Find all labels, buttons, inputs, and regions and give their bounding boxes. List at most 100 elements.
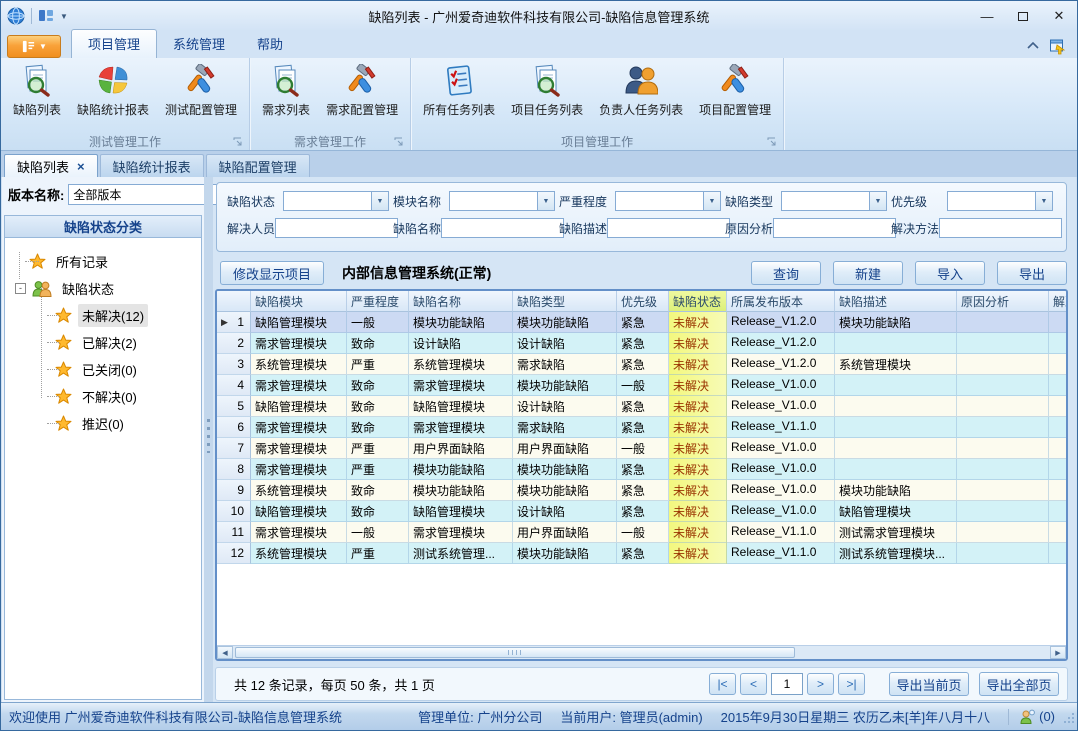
prev-page-button[interactable]: < — [740, 673, 767, 695]
doc-tab-defect-list[interactable]: 缺陷列表 × — [4, 154, 98, 177]
application-menu-button[interactable]: ▼ — [7, 35, 61, 58]
filter-priority-input[interactable] — [948, 192, 1035, 210]
pagination-bar: 共 12 条记录，每页 50 条，共 1 页 |< < > >| 导出当前页 导… — [215, 667, 1068, 701]
close-button[interactable]: ✕ — [1041, 3, 1077, 29]
column-header-status[interactable]: 缺陷状态 — [669, 291, 727, 312]
column-header-rownum[interactable] — [217, 291, 251, 312]
column-header-desc[interactable]: 缺陷描述 — [835, 291, 957, 312]
column-header-severity[interactable]: 严重程度 — [347, 291, 409, 312]
scrollbar-thumb[interactable] — [235, 647, 795, 658]
filter-type-combo[interactable]: ▼ — [781, 191, 887, 211]
combo-dropdown-icon[interactable]: ▼ — [703, 192, 720, 210]
close-tab-icon[interactable]: × — [77, 159, 85, 174]
filter-severity-combo[interactable]: ▼ — [615, 191, 721, 211]
column-header-name[interactable]: 缺陷名称 — [409, 291, 513, 312]
column-header-analysis[interactable]: 原因分析 — [957, 291, 1049, 312]
tree-item-defect-status[interactable]: - 缺陷状态 — [11, 275, 197, 302]
column-header-solution[interactable]: 解决方法 — [1049, 291, 1066, 312]
column-header-module[interactable]: 缺陷模块 — [251, 291, 347, 312]
horizontal-scrollbar[interactable]: ◀ ▶ — [217, 645, 1066, 659]
column-header-version[interactable]: 所属发布版本 — [727, 291, 835, 312]
page-number-input[interactable] — [771, 673, 803, 695]
ribbon-tab-project[interactable]: 项目管理 — [71, 29, 157, 58]
table-row[interactable]: 11 需求管理模块 一般 需求管理模块 用户界面缺陷 一般 未解决 Releas… — [217, 522, 1066, 543]
filter-module-combo[interactable]: ▼ — [449, 191, 555, 211]
table-row[interactable]: 12 系统管理模块 严重 测试系统管理... 模块功能缺陷 紧急 未解决 Rel… — [217, 543, 1066, 564]
column-header-priority[interactable]: 优先级 — [617, 291, 669, 312]
combo-dropdown-icon[interactable]: ▼ — [869, 192, 886, 210]
filter-resolver-input[interactable] — [275, 218, 398, 238]
combo-dropdown-icon[interactable]: ▼ — [537, 192, 554, 210]
defect-list-button[interactable]: 缺陷列表 — [5, 60, 69, 120]
defect-report-button[interactable]: 缺陷统计报表 — [69, 60, 157, 120]
table-row[interactable]: 8 需求管理模块 严重 模块功能缺陷 模块功能缺陷 紧急 未解决 Release… — [217, 459, 1066, 480]
ribbon-tab-system[interactable]: 系统管理 — [157, 30, 241, 58]
requirement-list-button[interactable]: 需求列表 — [254, 60, 318, 120]
scroll-right-icon[interactable]: ▶ — [1050, 646, 1066, 659]
tree-item-resolved[interactable]: 已解决(2) — [11, 329, 197, 356]
combo-dropdown-icon[interactable]: ▼ — [371, 192, 388, 210]
tree-item-closed[interactable]: 已关闭(0) — [11, 356, 197, 383]
tree-item-postponed[interactable]: 推迟(0) — [11, 410, 197, 437]
table-row[interactable]: 4 需求管理模块 致命 需求管理模块 模块功能缺陷 一般 未解决 Release… — [217, 375, 1066, 396]
table-row[interactable]: 3 系统管理模块 严重 系统管理模块 需求缺陷 紧急 未解决 Release_V… — [217, 354, 1066, 375]
table-row[interactable]: 5 缺陷管理模块 致命 缺陷管理模块 设计缺陷 紧急 未解决 Release_V… — [217, 396, 1066, 417]
help-icon[interactable] — [1049, 37, 1067, 55]
filter-priority-combo[interactable]: ▼ — [947, 191, 1053, 211]
resize-grip[interactable] — [1061, 710, 1075, 724]
table-row[interactable]: 2 需求管理模块 致命 设计缺陷 设计缺陷 紧急 未解决 Release_V1.… — [217, 333, 1066, 354]
requirement-config-button[interactable]: 需求配置管理 — [318, 60, 406, 120]
next-page-button[interactable]: > — [807, 673, 834, 695]
test-config-button[interactable]: 测试配置管理 — [157, 60, 245, 120]
filter-name-input[interactable] — [441, 218, 564, 238]
table-row[interactable]: 6 需求管理模块 致命 需求管理模块 需求缺陷 紧急 未解决 Release_V… — [217, 417, 1066, 438]
filter-desc-input[interactable] — [607, 218, 730, 238]
ribbon-collapse-icon[interactable] — [1027, 42, 1039, 50]
column-header-type[interactable]: 缺陷类型 — [513, 291, 617, 312]
table-row[interactable]: 10 缺陷管理模块 致命 缺陷管理模块 设计缺陷 紧急 未解决 Release_… — [217, 501, 1066, 522]
tree-item-all-records[interactable]: 所有记录 — [11, 248, 197, 275]
filter-analysis-input[interactable] — [773, 218, 896, 238]
doc-tab-defect-config[interactable]: 缺陷配置管理 — [206, 154, 310, 177]
table-row[interactable]: 7 需求管理模块 严重 用户界面缺陷 用户界面缺陷 一般 未解决 Release… — [217, 438, 1066, 459]
first-page-button[interactable]: |< — [709, 673, 736, 695]
layout-grid-icon[interactable] — [38, 8, 54, 24]
all-tasks-button[interactable]: 所有任务列表 — [415, 60, 503, 120]
tree-item-unresolved[interactable]: 未解决(12) — [11, 302, 197, 329]
export-button[interactable]: 导出 — [997, 261, 1067, 285]
maximize-button[interactable] — [1005, 3, 1041, 29]
minimize-button[interactable]: — — [969, 3, 1005, 29]
tree-item-wont-fix[interactable]: 不解决(0) — [11, 383, 197, 410]
scroll-left-icon[interactable]: ◀ — [217, 646, 233, 659]
online-user-icon[interactable] — [1019, 709, 1035, 725]
ribbon-tab-help[interactable]: 帮助 — [241, 30, 299, 58]
owner-tasks-button[interactable]: 负责人任务列表 — [591, 60, 691, 120]
dialog-launcher-icon[interactable] — [394, 137, 404, 147]
chevron-down-icon[interactable]: ▼ — [60, 12, 68, 21]
filter-status-input[interactable] — [284, 192, 371, 210]
table-row[interactable]: 9 系统管理模块 致命 模块功能缺陷 模块功能缺陷 紧急 未解决 Release… — [217, 480, 1066, 501]
new-button[interactable]: 新建 — [833, 261, 903, 285]
project-tasks-button[interactable]: 项目任务列表 — [503, 60, 591, 120]
dialog-launcher-icon[interactable] — [233, 137, 243, 147]
filter-module-input[interactable] — [450, 192, 537, 210]
doc-tab-defect-report[interactable]: 缺陷统计报表 — [100, 154, 204, 177]
tree-collapse-icon[interactable]: - — [15, 283, 26, 294]
modify-columns-button[interactable]: 修改显示项目 — [220, 261, 324, 285]
export-all-pages-button[interactable]: 导出全部页 — [979, 672, 1059, 696]
last-page-button[interactable]: >| — [838, 673, 865, 695]
dialog-launcher-icon[interactable] — [767, 137, 777, 147]
filter-status-combo[interactable]: ▼ — [283, 191, 389, 211]
filter-severity-input[interactable] — [616, 192, 703, 210]
query-button[interactable]: 查询 — [751, 261, 821, 285]
filter-type-input[interactable] — [782, 192, 869, 210]
combo-dropdown-icon[interactable]: ▼ — [1035, 192, 1052, 210]
filter-solution-input[interactable] — [939, 218, 1062, 238]
import-button[interactable]: 导入 — [915, 261, 985, 285]
tools-icon — [718, 64, 752, 98]
export-current-page-button[interactable]: 导出当前页 — [889, 672, 969, 696]
table-row[interactable]: ▶1 缺陷管理模块 一般 模块功能缺陷 模块功能缺陷 紧急 未解决 Releas… — [217, 312, 1066, 333]
project-config-button[interactable]: 项目配置管理 — [691, 60, 779, 120]
panel-splitter[interactable] — [204, 177, 213, 702]
priority-cell: 一般 — [617, 438, 669, 459]
